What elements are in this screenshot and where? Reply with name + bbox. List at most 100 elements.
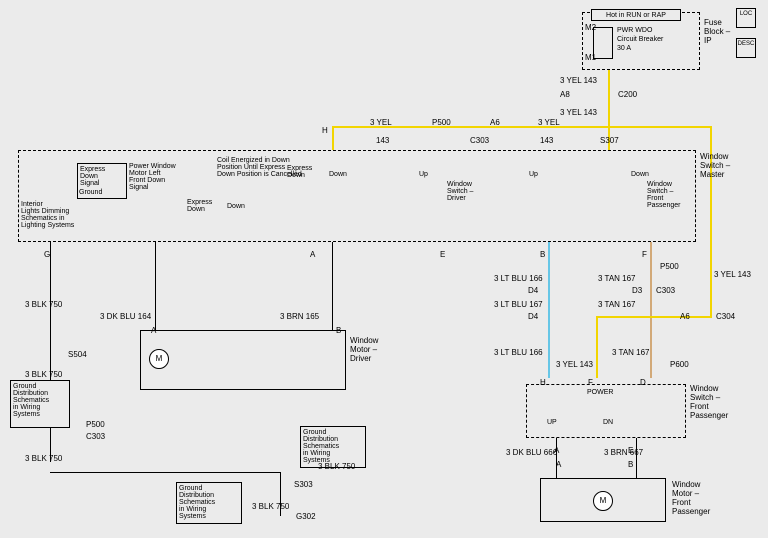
pwm-left-label: Power Window Motor Left Front Down Signa… (129, 163, 176, 191)
lbl-blk750a: 3 BLK 750 (25, 300, 62, 309)
lbl-p500-top: P500 (432, 118, 451, 127)
edown1: Express Down (187, 199, 212, 213)
lbl-blk750d: 3 BLK 750 (318, 462, 355, 471)
lbl-c303-bot: C303 (86, 432, 105, 441)
lbl-B: B (540, 250, 545, 259)
ground-lbl: Ground (79, 189, 102, 196)
m1: M1 (585, 53, 596, 62)
up1: Up (419, 171, 428, 178)
fp-power: POWER (587, 389, 613, 396)
lbl-A: A (310, 250, 315, 259)
lbl-g302: G302 (296, 512, 316, 521)
motor-m-fp: M (593, 491, 613, 511)
wire-tan (650, 242, 652, 378)
lbl-a8: A8 (560, 90, 570, 99)
lbl-c304: C304 (716, 312, 735, 321)
wire-fp-a (556, 438, 557, 478)
lbl-s307: S307 (600, 136, 619, 145)
lbl-dkblu164: 3 DK BLU 164 (100, 312, 151, 321)
lbl-c303-mid: C303 (656, 286, 675, 295)
lbl-a6-r: A6 (680, 312, 690, 321)
fuse-block-title: Fuse Block – IP (704, 18, 730, 45)
lbl-p500-r: P500 (660, 262, 679, 271)
wsfp: Window Switch – Front Passenger (647, 181, 680, 209)
wsd: Window Switch – Driver (447, 181, 473, 202)
hot-label: Hot in RUN or RAP (591, 9, 681, 21)
lbl-s303: S303 (294, 480, 313, 489)
down1: Down (227, 203, 245, 210)
motor-m-driver: M (149, 349, 169, 369)
lbl-tan167a: 3 TAN 167 (598, 274, 636, 283)
window-motor-driver: M (140, 330, 346, 390)
wire-yel-h (332, 126, 334, 150)
fp-switch-title: Window Switch – Front Passenger (690, 384, 728, 420)
lbl-143a: 143 (376, 136, 389, 145)
gds-box-a: Ground Distribution Schematics in Wiring… (10, 380, 70, 428)
lbl-ltblu166-1: 3 LT BLU 166 (494, 274, 543, 283)
wire-yel-down (608, 92, 610, 126)
lbl-brn165: 3 BRN 165 (280, 312, 319, 321)
breaker-l3: 30 A (617, 45, 631, 52)
lbl-H2: H (540, 378, 546, 387)
legend-desc: DESC (736, 38, 756, 58)
lbl-p600: P600 (670, 360, 689, 369)
lbl-d4a: D4 (528, 286, 538, 295)
fp-dn: DN (603, 419, 613, 426)
interior-note: Interior Lights Dimming Schematics in Li… (21, 201, 74, 229)
lbl-yel-143a: 3 YEL 143 (560, 76, 597, 85)
fp-motor-label: Window Motor – Front Passenger (672, 480, 710, 516)
lbl-p500-left: P500 (86, 420, 105, 429)
down3: Down (631, 171, 649, 178)
lbl-d3a: D3 (632, 286, 642, 295)
lbl-yel-143b: 3 YEL 143 (560, 108, 597, 117)
wire-dkblu (155, 242, 156, 330)
lbl-A2: A (554, 446, 559, 455)
lbl-yel-143-right: 3 YEL 143 (714, 270, 751, 279)
lbl-H: H (322, 126, 328, 135)
lbl-ltblu166-2: 3 LT BLU 166 (494, 348, 543, 357)
lbl-A3: A (556, 460, 561, 469)
window-switch-master: Interior Lights Dimming Schematics in Li… (18, 150, 696, 242)
lbl-blk750e: 3 BLK 750 (252, 502, 289, 511)
lbl-F2: F (588, 378, 593, 387)
lbl-blk750b: 3 BLK 750 (25, 370, 62, 379)
window-motor-fp: M (540, 478, 666, 522)
lbl-E: E (440, 250, 445, 259)
lbl-D2: D (640, 378, 646, 387)
lbl-c200: C200 (618, 90, 637, 99)
lbl-tan167c: 3 TAN 167 (612, 348, 650, 357)
wire-brn (332, 242, 333, 330)
wire-blk-G (50, 242, 51, 462)
m2: M2 (585, 23, 596, 32)
master-title: Window Switch – Master (700, 152, 730, 179)
up2: Up (529, 171, 538, 178)
lbl-a6: A6 (490, 118, 500, 127)
wiring-diagram: LOC DESC Hot in RUN or RAP M2 M1 PWR WDO… (0, 0, 768, 538)
breaker-l2: Circuit Breaker (617, 36, 663, 43)
down2: Down (329, 171, 347, 178)
lbl-3yel2: 3 YEL (538, 118, 560, 127)
wire-yel-c304 (596, 316, 712, 318)
wire-ltblu (548, 242, 550, 378)
lbl-c303-top: C303 (470, 136, 489, 145)
driver-motor-label: Window Motor – Driver (350, 336, 378, 363)
lbl-F: F (642, 250, 647, 259)
lbl-s504: S504 (68, 350, 87, 359)
wire-fp-e (636, 438, 637, 478)
lbl-dkblu666: 3 DK BLU 666 (506, 448, 557, 457)
lbl-A-motor: A (151, 326, 156, 335)
lbl-B3: B (628, 460, 633, 469)
lbl-yel143-f: 3 YEL 143 (556, 360, 593, 369)
lbl-E2: E (628, 446, 633, 455)
edown2: Express Down (287, 165, 312, 179)
lbl-blk750c: 3 BLK 750 (25, 454, 62, 463)
lbl-brn667: 3 BRN 667 (604, 448, 643, 457)
legend-loc: LOC (736, 8, 756, 28)
wire-yel-a8 (608, 70, 610, 92)
breaker-l1: PWR WDO (617, 27, 652, 34)
wire-yel-f (596, 316, 598, 378)
gds-box-b: Ground Distribution Schematics in Wiring… (176, 482, 242, 524)
wire-blk-bottom (50, 472, 280, 473)
lbl-d4b: D4 (528, 312, 538, 321)
fuse-block-ip: Hot in RUN or RAP M2 M1 PWR WDO Circuit … (582, 12, 700, 70)
